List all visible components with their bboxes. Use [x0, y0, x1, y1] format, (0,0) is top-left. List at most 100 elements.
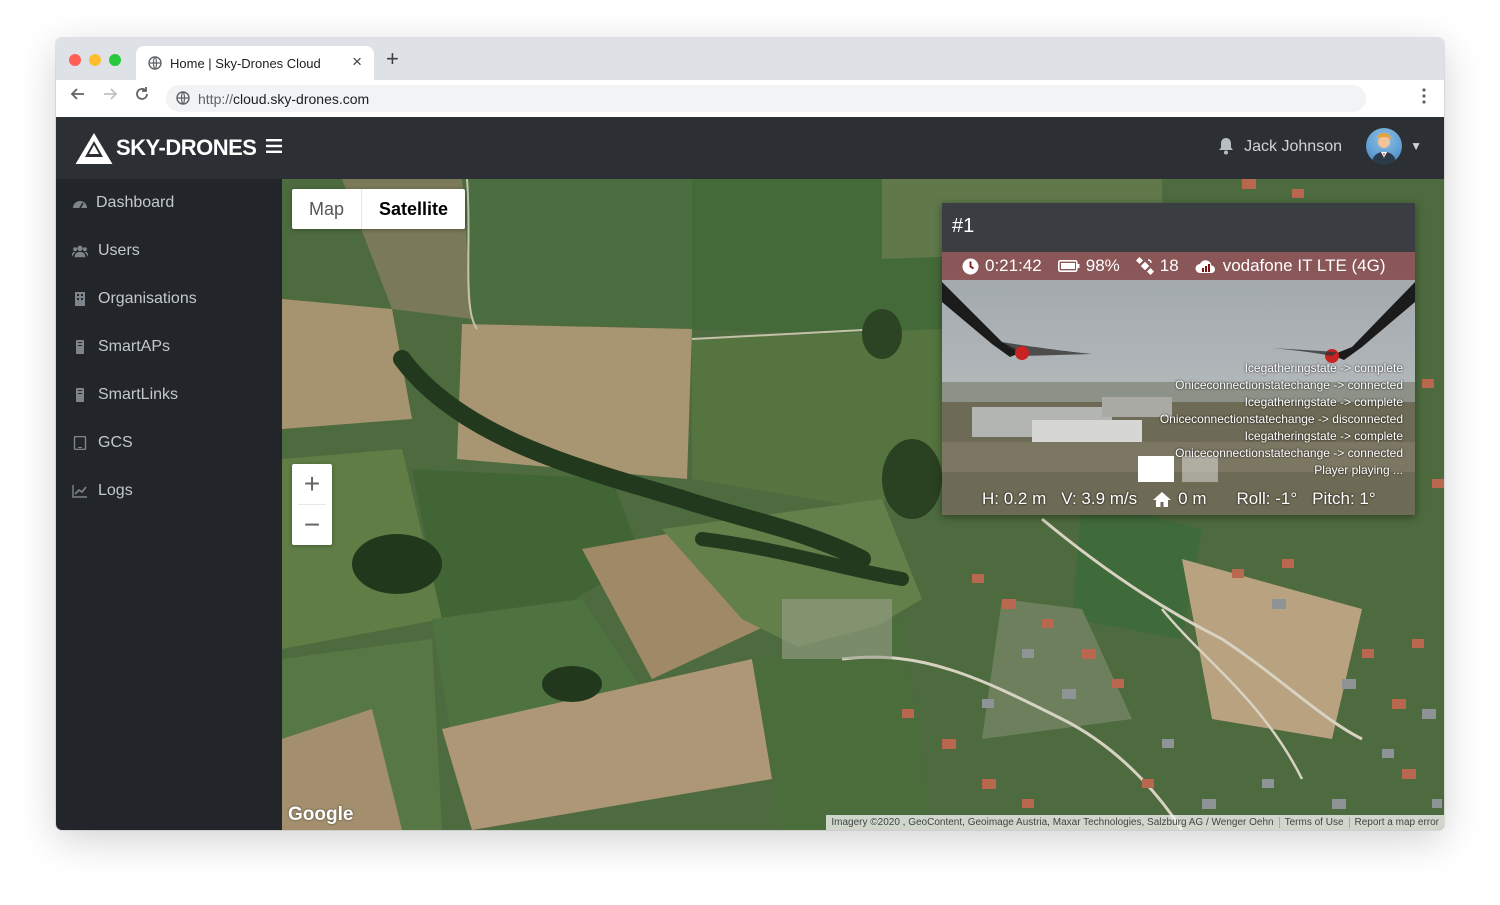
- reload-button[interactable]: [134, 86, 150, 107]
- report-error-link[interactable]: Report a map error: [1348, 817, 1444, 828]
- zoom-out-button[interactable]: −: [292, 505, 332, 545]
- terms-link[interactable]: Terms of Use: [1278, 817, 1349, 828]
- menu-toggle-button[interactable]: [266, 133, 282, 159]
- battery-icon: [1057, 260, 1080, 272]
- sidebar-item-label: Users: [98, 242, 140, 259]
- height-readout: H: 0.2 m: [982, 489, 1047, 508]
- flight-time-stat: 0:21:42: [962, 256, 1042, 276]
- sidebar-item-gcs[interactable]: GCS: [56, 423, 282, 463]
- tab-title: Home | Sky-Drones Cloud: [170, 56, 321, 71]
- new-tab-button[interactable]: +: [386, 46, 399, 72]
- cloud-signal-icon: [1195, 260, 1215, 273]
- user-name[interactable]: Jack Johnson: [1244, 138, 1342, 156]
- reload-icon: [136, 87, 148, 100]
- sidebar-item-logs[interactable]: Logs: [56, 471, 282, 511]
- device-icon: [76, 388, 84, 402]
- home-distance-readout: 0 m: [1152, 489, 1221, 509]
- zoom-control: + −: [292, 464, 332, 545]
- map-attribution: Imagery ©2020 , GeoContent, Geoimage Aus…: [826, 815, 1444, 830]
- bell-icon: [1219, 138, 1233, 155]
- clock-icon: [962, 258, 979, 274]
- connection-log: Icegatheringstate -> complete Oniceconne…: [1160, 360, 1403, 479]
- sidebar-item-label: GCS: [98, 434, 133, 451]
- sidebar-item-label: SmartAPs: [98, 338, 171, 355]
- sidebar-item-organisations[interactable]: Organisations: [56, 279, 282, 319]
- chart-icon: [72, 485, 87, 498]
- globe-icon: [148, 56, 162, 70]
- forward-arrow-icon: [104, 88, 118, 100]
- network-name: vodafone IT LTE (4G): [1222, 256, 1386, 275]
- app-header: SKY-DRONES Jack Johnson ▼: [56, 117, 1444, 179]
- drone-status-bar: 0:21:42 98% 18 vodafone IT LTE (4G): [942, 252, 1415, 280]
- close-window-button[interactable]: [69, 54, 81, 66]
- dashboard-icon: [73, 201, 87, 209]
- log-line: Oniceconnectionstatechange -> connected: [1175, 446, 1403, 460]
- tablet-icon: [73, 436, 87, 450]
- browser-window: Home | Sky-Drones Cloud × + http://cloud…: [56, 38, 1444, 830]
- network-stat: vodafone IT LTE (4G): [1195, 256, 1386, 276]
- browser-toolbar: http://cloud.sky-drones.com: [56, 80, 1444, 118]
- panel-title: #1: [952, 215, 975, 237]
- sidebar-item-smartlinks[interactable]: SmartLinks: [56, 375, 282, 415]
- imagery-attribution: Imagery ©2020 , GeoContent, Geoimage Aus…: [831, 817, 1274, 828]
- log-line: Oniceconnectionstatechange -> disconnect…: [1159, 412, 1403, 426]
- users-icon: [72, 245, 88, 258]
- zoom-in-button[interactable]: +: [292, 464, 332, 504]
- home-distance: 0 m: [1178, 489, 1207, 508]
- url-scheme: http://: [198, 91, 234, 107]
- pitch-readout: Pitch: 1°: [1312, 489, 1376, 508]
- sidebar: Dashboard Users Organisations SmartAPs S…: [56, 179, 282, 830]
- address-bar[interactable]: http://cloud.sky-drones.com: [166, 85, 1366, 112]
- building-icon: [75, 292, 85, 306]
- forward-button[interactable]: [102, 86, 118, 107]
- map-type-control: Map Satellite: [292, 189, 466, 229]
- notifications-button[interactable]: [1218, 137, 1234, 160]
- telemetry-bar: H: 0.2 m V: 3.9 m/s 0 m Roll: -1° Pitch:…: [982, 489, 1391, 509]
- satellites-stat: 18: [1135, 256, 1179, 276]
- satellite-map[interactable]: Map Satellite + − Google Imagery ©2020 ,…: [282, 179, 1444, 830]
- sidebar-item-label: Logs: [98, 482, 133, 499]
- map-type-map-button[interactable]: Map: [292, 189, 363, 229]
- sidebar-item-label: SmartLinks: [98, 386, 179, 403]
- back-arrow-icon: [70, 88, 84, 100]
- battery-level: 98%: [1085, 256, 1120, 275]
- flight-time: 0:21:42: [985, 256, 1042, 275]
- satellite-count: 18: [1159, 256, 1179, 275]
- app: SKY-DRONES Jack Johnson ▼ Dashboard User…: [56, 117, 1444, 830]
- user-avatar[interactable]: [1366, 128, 1402, 164]
- log-line: Player playing ...: [1314, 463, 1403, 477]
- map-type-satellite-button[interactable]: Satellite: [362, 189, 465, 229]
- logo-triangle-icon: [74, 131, 114, 165]
- user-menu-caret-icon[interactable]: ▼: [1410, 139, 1422, 153]
- sidebar-item-smartaps[interactable]: SmartAPs: [56, 327, 282, 367]
- minimize-window-button[interactable]: [89, 54, 101, 66]
- battery-stat: 98%: [1057, 256, 1120, 276]
- globe-icon: [176, 91, 190, 105]
- log-line: Icegatheringstate -> complete: [1244, 429, 1403, 443]
- close-tab-icon[interactable]: ×: [352, 52, 362, 72]
- browser-tab[interactable]: Home | Sky-Drones Cloud ×: [136, 46, 374, 80]
- url-host: cloud.sky-drones.com: [233, 91, 370, 107]
- drone-video-panel: #1 0:21:42 98% 18 vodafone IT LTE (4G) I…: [942, 203, 1415, 515]
- video-feed[interactable]: 0:21:42 98% 18 vodafone IT LTE (4G) Iceg…: [942, 252, 1415, 515]
- brand-logo[interactable]: SKY-DRONES: [74, 131, 257, 165]
- google-logo[interactable]: Google: [288, 804, 353, 826]
- browser-tab-bar: Home | Sky-Drones Cloud × +: [56, 38, 1444, 80]
- velocity-readout: V: 3.9 m/s: [1061, 489, 1138, 508]
- roll-readout: Roll: -1°: [1236, 489, 1298, 508]
- log-line: Icegatheringstate -> complete: [1244, 361, 1403, 375]
- log-line: Icegatheringstate -> complete: [1244, 395, 1403, 409]
- hamburger-icon: [266, 139, 282, 153]
- browser-menu-icon[interactable]: [1422, 88, 1426, 109]
- logo-text: SKY-DRONES: [116, 135, 257, 160]
- device-icon: [76, 340, 84, 354]
- sidebar-item-label: Organisations: [98, 290, 197, 307]
- home-icon: [1153, 491, 1172, 507]
- sidebar-item-label: Dashboard: [96, 194, 175, 211]
- log-line: Oniceconnectionstatechange -> connected: [1175, 378, 1403, 392]
- sidebar-item-users[interactable]: Users: [56, 231, 282, 271]
- back-button[interactable]: [70, 86, 86, 107]
- url-text: http://cloud.sky-drones.com: [198, 91, 369, 107]
- maximize-window-button[interactable]: [109, 54, 121, 66]
- sidebar-item-dashboard[interactable]: Dashboard: [56, 183, 282, 223]
